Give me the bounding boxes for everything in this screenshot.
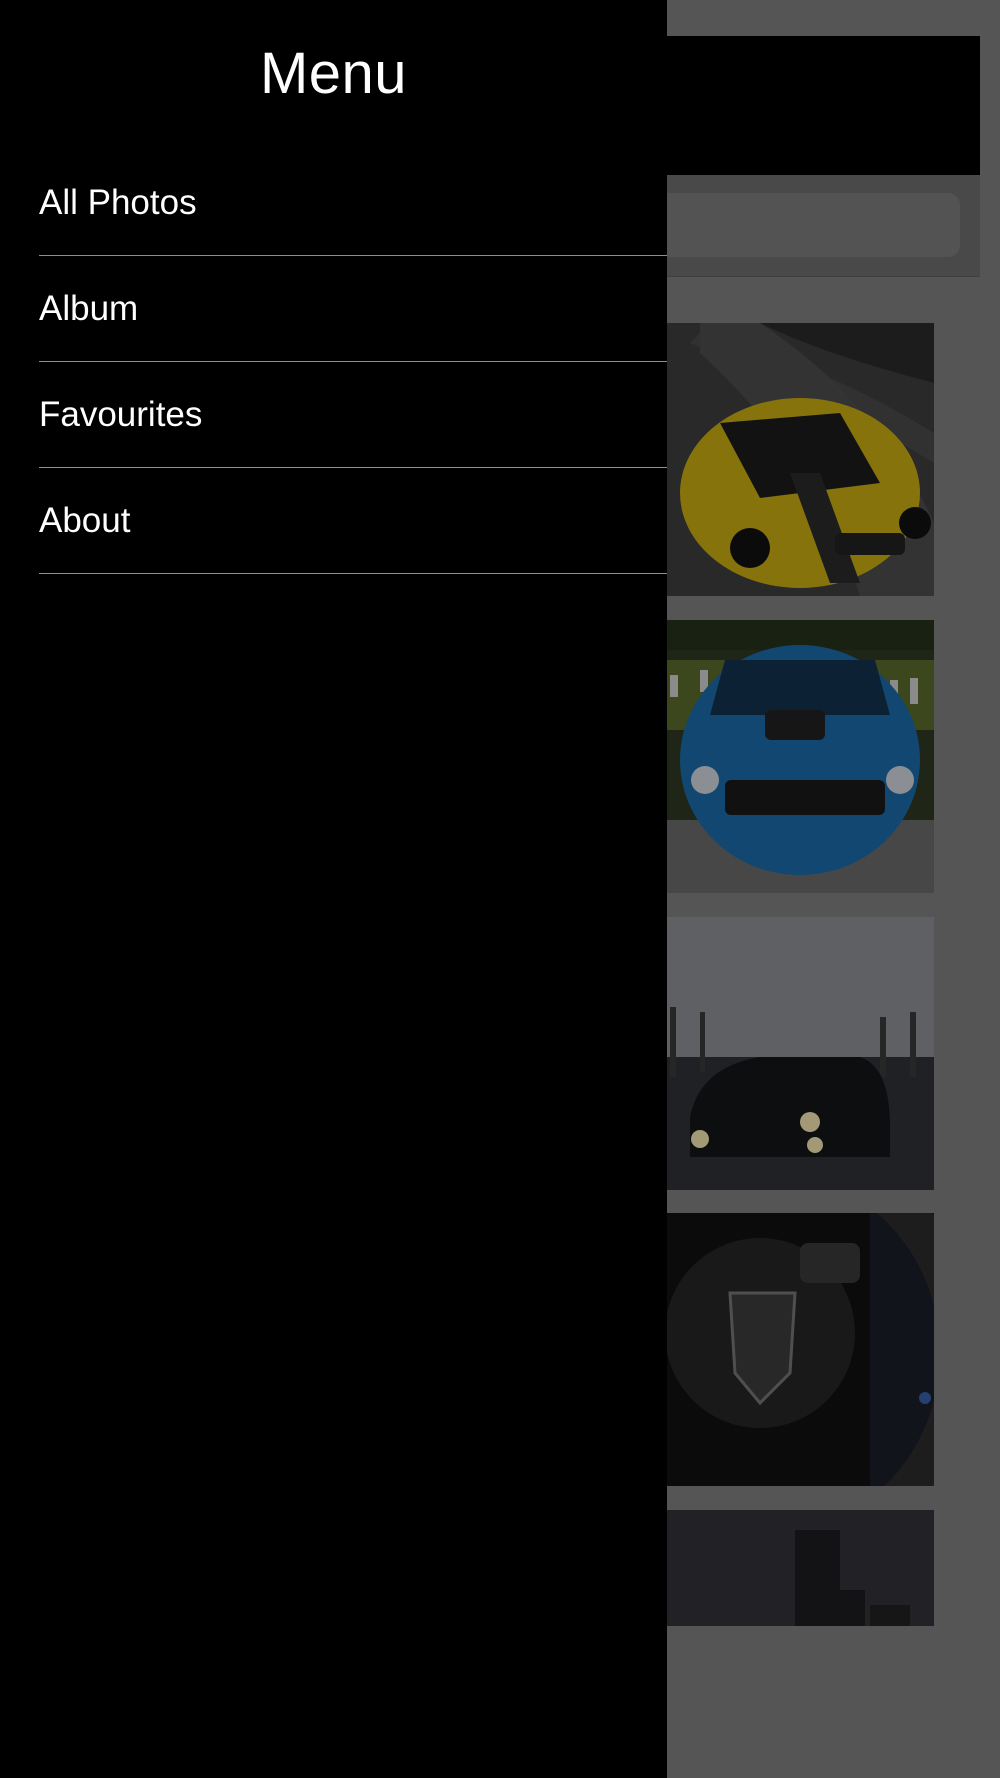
- menu-item-all-photos[interactable]: All Photos: [39, 150, 667, 256]
- menu-item-label: About: [39, 500, 131, 540]
- menu-item-label: Album: [39, 288, 139, 328]
- menu-item-about[interactable]: About: [39, 468, 667, 574]
- menu-list: All Photos Album Favourites About: [39, 150, 667, 574]
- menu-item-favourites[interactable]: Favourites: [39, 362, 667, 468]
- menu-title: Menu: [259, 41, 408, 106]
- menu-item-album[interactable]: Album: [39, 256, 667, 362]
- menu-item-label: All Photos: [39, 182, 197, 222]
- side-menu-drawer: Menu All Photos Album Favourites About: [0, 0, 667, 1778]
- menu-item-label: Favourites: [39, 394, 203, 434]
